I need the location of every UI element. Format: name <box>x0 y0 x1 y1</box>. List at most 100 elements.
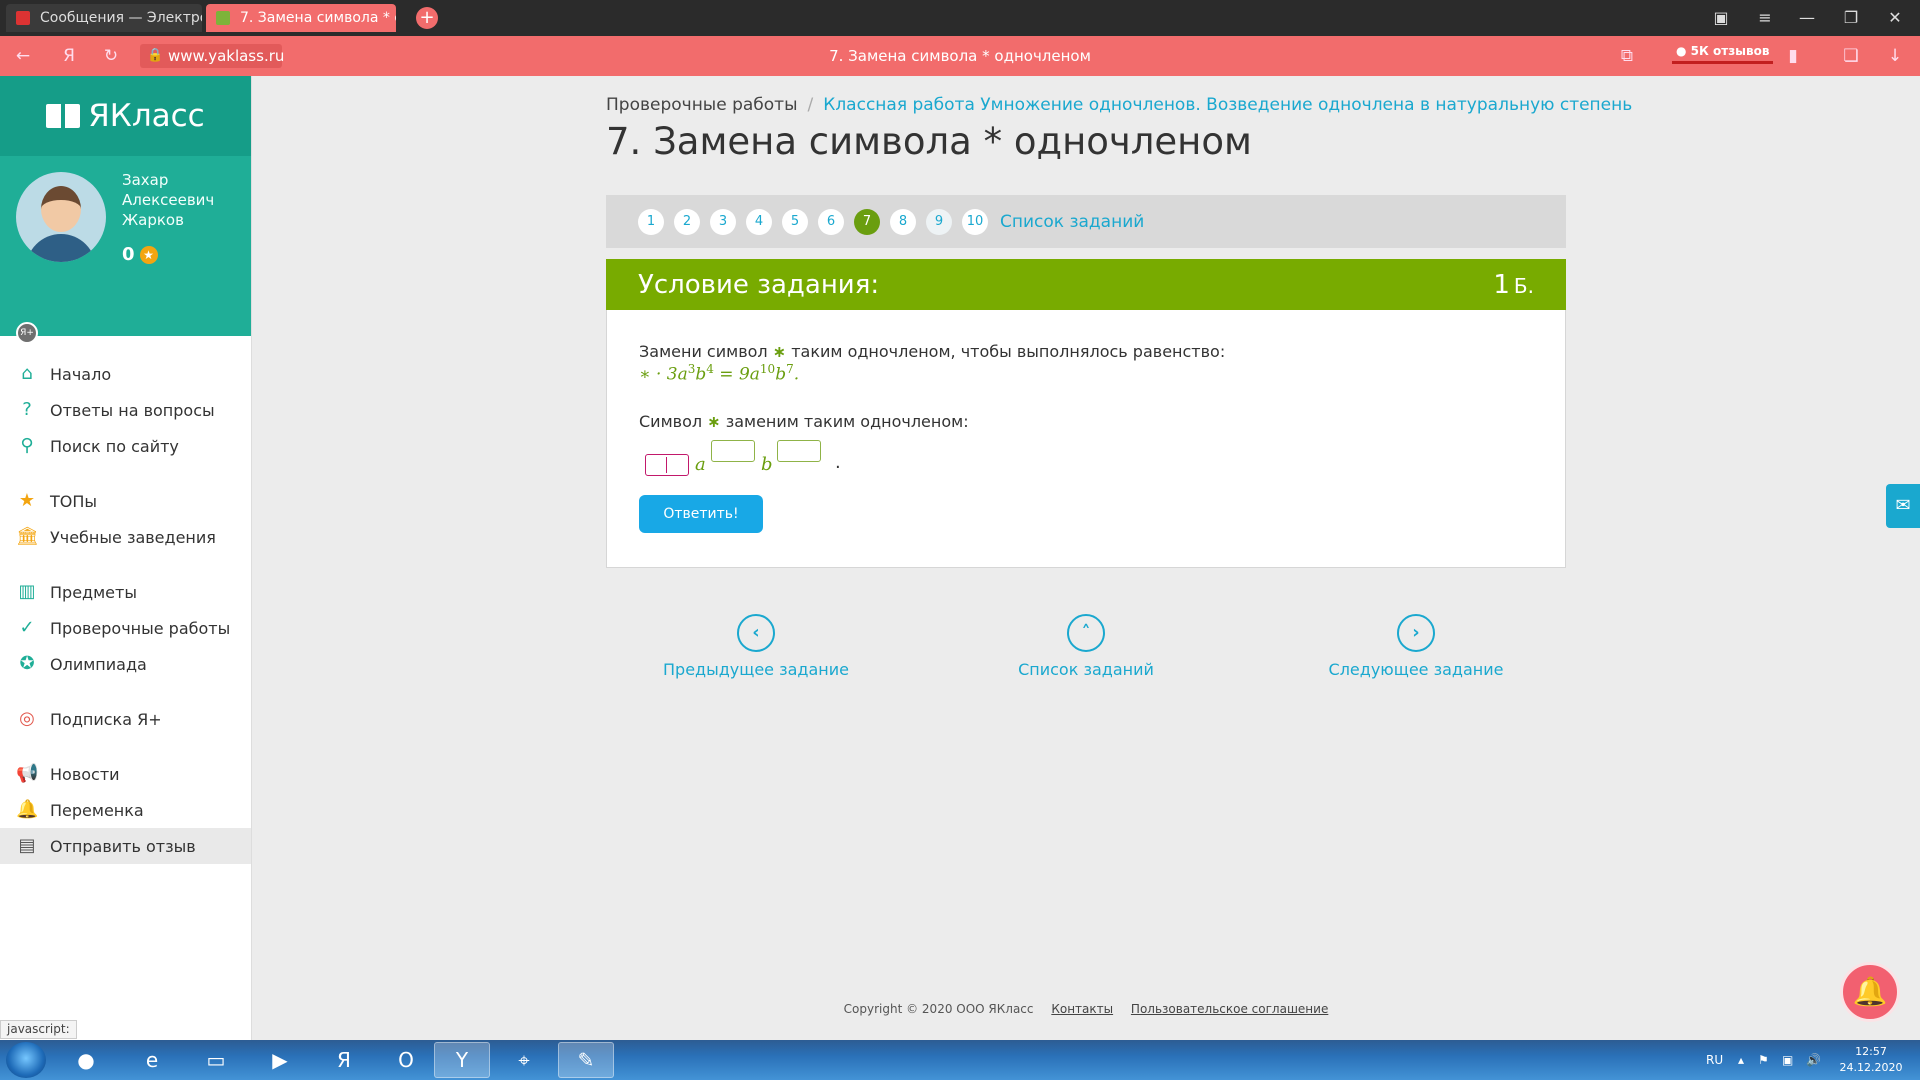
page-8-button[interactable]: 8 <box>890 208 916 235</box>
yandex-browser-icon[interactable]: Y <box>434 1042 490 1078</box>
yandex-icon[interactable]: Я <box>316 1042 372 1078</box>
subscription-icon: ◎ <box>19 708 35 729</box>
task-score: 1 Б. <box>1493 270 1534 300</box>
bookmark-icon[interactable]: ▮ <box>1780 44 1806 68</box>
close-window-icon[interactable]: ✕ <box>1880 6 1910 30</box>
avatar[interactable] <box>16 172 106 262</box>
copy-icon[interactable]: ⧉ <box>1614 44 1640 68</box>
back-icon[interactable]: ← <box>10 44 36 68</box>
bookmarks-icon[interactable]: ▣ <box>1706 6 1736 30</box>
home-icon: ⌂ <box>21 363 33 384</box>
next-task-link[interactable]: › Следующее задание <box>1316 614 1516 679</box>
mail-feedback-icon[interactable]: ✉ <box>1886 484 1920 528</box>
prev-task-link[interactable]: ‹ Предыдущее задание <box>656 614 856 679</box>
prompt-text-before: Символ <box>639 412 703 431</box>
exponent-a-input[interactable] <box>711 440 755 462</box>
reviews-label: 5К отзывов <box>1690 44 1770 58</box>
url-field[interactable]: 🔒 www.yaklass.ru <box>140 44 284 68</box>
collections-icon[interactable]: ❏ <box>1838 44 1864 68</box>
folder-icon[interactable]: ▭ <box>188 1042 244 1078</box>
megaphone-icon: 📢 <box>16 763 39 784</box>
yaklass-site-icon <box>216 11 230 25</box>
mouse-icon[interactable]: ⌖ <box>496 1042 552 1078</box>
agreement-link[interactable]: Пользовательское соглашение <box>1131 1002 1328 1016</box>
sidebar-item-tests[interactable]: ✓ Проверочные работы <box>0 610 251 646</box>
reload-icon[interactable]: ↻ <box>98 44 124 68</box>
clock[interactable]: 12:57 24.12.2020 <box>1836 1044 1906 1076</box>
feedback-icon: ▤ <box>18 835 36 856</box>
var-b-label: b <box>761 454 773 475</box>
clock-date: 24.12.2020 <box>1839 1061 1903 1074</box>
alice-icon[interactable]: ● <box>58 1042 114 1078</box>
tray-expand-icon[interactable]: ▴ <box>1738 1040 1744 1080</box>
answer-row: a b . <box>639 436 1039 476</box>
task-condition: Замени символ ∗ таким одночленом, чтобы … <box>639 342 1225 361</box>
sidebar-item-news[interactable]: 📢 Новости <box>0 756 251 792</box>
page-6-button[interactable]: 6 <box>818 208 844 235</box>
page-1-button[interactable]: 1 <box>638 208 664 235</box>
yandex-icon[interactable]: Я <box>56 44 82 68</box>
browser-tab-active[interactable]: 7. Замена символа * о ✕ <box>206 4 396 32</box>
symbol-asterisk: ∗ <box>707 412 721 431</box>
page-2-button[interactable]: 2 <box>674 208 700 235</box>
ie-icon[interactable]: e <box>124 1042 180 1078</box>
sidebar-item-olympiad[interactable]: ✪ Олимпиада <box>0 646 251 682</box>
paint-icon[interactable]: ✎ <box>558 1042 614 1078</box>
restore-icon[interactable]: ❐ <box>1836 6 1866 30</box>
chevron-right-icon: › <box>1397 614 1435 652</box>
sidebar-item-feedback[interactable]: ▤ Отправить отзыв <box>0 828 251 864</box>
breadcrumb-root[interactable]: Проверочные работы <box>606 95 798 115</box>
submit-answer-button[interactable]: Ответить! <box>639 495 763 533</box>
page-7-button-current[interactable]: 7 <box>854 208 880 235</box>
sidebar-item-answers[interactable]: ? Ответы на вопросы <box>0 392 251 428</box>
footer: Copyright © 2020 ООО ЯКласс Контакты Пол… <box>0 1002 1920 1016</box>
menu-label: Проверочные работы <box>50 618 231 638</box>
page-9-button[interactable]: 9 <box>926 208 952 235</box>
sidebar-item-tops[interactable]: ★ ТОПы <box>0 483 251 519</box>
opera-icon[interactable]: O <box>378 1042 434 1078</box>
sidebar-item-subscription[interactable]: ◎ Подписка Я+ <box>0 701 251 737</box>
download-icon[interactable]: ↓ <box>1882 44 1908 68</box>
menu-label: Олимпиада <box>50 654 147 674</box>
task-list-link[interactable]: Список заданий <box>1000 212 1144 232</box>
sidebar-item-subjects[interactable]: ▥ Предметы <box>0 574 251 610</box>
start-button[interactable] <box>6 1042 46 1078</box>
menu-label: Начало <box>50 364 112 384</box>
task-list-nav-link[interactable]: ˄ Список заданий <box>986 614 1186 679</box>
menu-icon[interactable]: ≡ <box>1750 6 1780 30</box>
sidebar-item-search[interactable]: ⚲ Поиск по сайту <box>0 428 251 464</box>
breadcrumb-link[interactable]: Классная работа Умножение одночленов. Во… <box>823 95 1632 115</box>
logout-link[interactable]: ▯ Выйти <box>122 380 188 396</box>
page-4-button[interactable]: 4 <box>746 208 772 235</box>
network-icon[interactable]: ▣ <box>1782 1040 1793 1080</box>
media-player-icon[interactable]: ▶ <box>252 1042 308 1078</box>
flag-icon[interactable]: ⚑ <box>1758 1040 1769 1080</box>
star-icon: ★ <box>18 490 36 511</box>
sidebar-item-break[interactable]: 🔔 Переменка <box>0 792 251 828</box>
page-10-button[interactable]: 10 <box>962 208 988 235</box>
volume-icon[interactable]: 🔊 <box>1806 1040 1821 1080</box>
task-list-label: Список заданий <box>1018 660 1154 679</box>
language-indicator[interactable]: RU <box>1706 1040 1723 1080</box>
menu-label: Учебные заведения <box>50 527 216 547</box>
browser-tab-messages[interactable]: Сообщения — Электрон <box>6 4 202 32</box>
sidebar-item-institutions[interactable]: 🏛 Учебные заведения <box>0 519 251 555</box>
minimize-icon[interactable]: — <box>1792 6 1822 30</box>
tab-label: 7. Замена символа * о <box>240 10 396 26</box>
site-logo[interactable]: ЯКласс <box>0 76 251 156</box>
reviews-button[interactable]: ● 5К отзывов <box>1672 44 1774 64</box>
coefficient-input[interactable] <box>645 454 689 476</box>
search-icon: ⚲ <box>20 435 34 456</box>
new-tab-button[interactable]: + <box>416 7 438 29</box>
eq-b: b <box>695 364 707 385</box>
menu-label: Отправить отзыв <box>50 836 196 856</box>
menu-label: Поиск по сайту <box>50 436 179 456</box>
profile-icon: ◉ <box>122 364 134 380</box>
copyright: Copyright © 2020 ООО ЯКласс <box>843 1002 1034 1016</box>
page-3-button[interactable]: 3 <box>710 208 736 235</box>
page-5-button[interactable]: 5 <box>782 208 808 235</box>
contacts-link[interactable]: Контакты <box>1051 1002 1113 1016</box>
browser-tab-bar: Сообщения — Электрон 7. Замена символа *… <box>0 0 1920 36</box>
notification-bell-icon[interactable]: 🔔 <box>1840 962 1900 1022</box>
exponent-b-input[interactable] <box>777 440 821 462</box>
